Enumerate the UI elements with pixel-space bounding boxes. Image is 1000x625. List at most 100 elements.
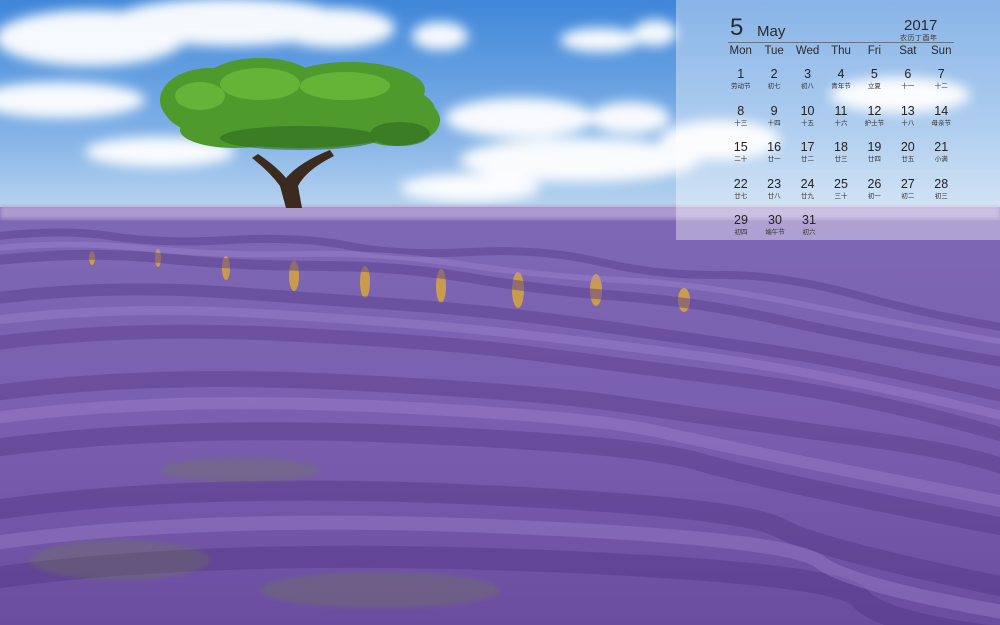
calendar-year: 2017 [904, 17, 938, 34]
lunar-date: 初六 [802, 228, 816, 236]
calendar-day-cell: 15 二十 [724, 140, 757, 177]
calendar-day-cell: 13 十八 [891, 104, 924, 141]
day-number: 14 [934, 103, 949, 118]
weekday-fri: Fri [867, 45, 882, 57]
lunar-date: 初二 [901, 191, 915, 200]
day-number: 30 [768, 213, 782, 227]
weekday-tue: Tue [764, 45, 784, 57]
day-number: 7 [937, 67, 945, 81]
lunar-date: 廿二 [801, 155, 815, 163]
lunar-date: 廿四 [867, 155, 881, 163]
day-number: 10 [800, 103, 815, 118]
day-number: 29 [734, 213, 748, 227]
lunar-date: 十四 [767, 118, 781, 127]
lunar-date: 端午节 [765, 228, 785, 236]
lunar-date: 廿五 [901, 155, 915, 163]
calendar-day-cell: 31 初六 [792, 213, 826, 250]
day-number: 16 [767, 140, 782, 154]
lunar-date: 廿八 [767, 191, 781, 200]
weekday-sat: Sat [899, 45, 917, 57]
day-number: 5 [870, 67, 878, 81]
day-number: 21 [934, 140, 949, 154]
calendar-day-cell: 25 三十 [824, 177, 857, 214]
calendar-day-cell: 21 小满 [925, 140, 958, 177]
calendar-day-cell: 6 十一 [891, 67, 924, 104]
day-number: 8 [737, 103, 745, 118]
lunar-date: 廿一 [767, 155, 781, 163]
lunar-date: 十八 [901, 118, 915, 127]
weekday-wed: Wed [795, 45, 820, 57]
lunar-date: 初三 [934, 191, 948, 200]
calendar-day-cell: 19 廿四 [858, 140, 891, 177]
calendar-day-cell: 16 廿一 [757, 140, 790, 177]
calendar-day-cell: 29 初四 [724, 213, 758, 250]
calendar-day-cell: 26 初一 [858, 177, 891, 214]
day-number: 26 [867, 176, 882, 191]
weekday-sun: Sun [931, 45, 952, 57]
calendar-day-cell: 5 立夏 [858, 67, 891, 104]
lunar-date: 廿七 [734, 191, 748, 200]
day-number: 28 [934, 176, 949, 191]
calendar-day-cell: 12 护士节 [858, 104, 891, 141]
day-number: 4 [837, 67, 845, 81]
day-number: 9 [770, 103, 778, 118]
lunar-date: 十五 [801, 118, 815, 127]
calendar-week: 29 初四 30 端午节 31 初六 [724, 213, 958, 250]
day-number: 19 [867, 140, 882, 154]
day-number: 25 [834, 176, 848, 191]
calendar-weekday-header: Mon Tue Wed Thu Fri Sat Sun [724, 45, 958, 57]
calendar-day-cell: 20 廿五 [891, 140, 924, 177]
lunar-date: 十六 [834, 118, 848, 127]
day-number: 27 [900, 176, 915, 191]
lunar-date: 初八 [801, 82, 815, 90]
calendar-day-cell: 7 十二 [925, 67, 958, 104]
lunar-date: 廿九 [801, 191, 815, 200]
day-number: 20 [900, 140, 915, 154]
calendar-week: 8 十三 9 十四 10 十五 11 十六 12 护士节 13 十八 14 母亲节 [724, 104, 958, 141]
day-number: 11 [834, 103, 848, 118]
lunar-date: 青年节 [831, 82, 851, 90]
lunar-date: 十一 [901, 82, 915, 90]
calendar-day-cell: 18 廿三 [824, 140, 857, 177]
calendar-day-cell: 24 廿九 [791, 177, 824, 214]
calendar-day-cell: 30 端午节 [758, 213, 792, 250]
day-number: 1 [737, 67, 745, 81]
calendar-day-cell: 11 十六 [824, 104, 857, 141]
day-number: 12 [867, 103, 882, 118]
day-number: 3 [804, 67, 812, 81]
calendar-day-cell: 1 劳动节 [724, 67, 757, 104]
calendar-week: 15 二十 16 廿一 17 廿二 18 廿三 19 廿四 20 廿五 21 小满 [724, 140, 958, 177]
day-number: 22 [733, 176, 748, 191]
day-number: 15 [733, 140, 748, 154]
lunar-date: 初七 [767, 82, 781, 90]
calendar-day-cell: 8 十三 [724, 104, 757, 141]
weekday-thu: Thu [831, 45, 851, 57]
day-number: 13 [900, 103, 915, 118]
calendar-month-name: May [757, 23, 786, 40]
calendar-day-grid: 1 劳动节 2 初七 3 初八 4 青年节 5 立夏 6 十一 7 十二 8 十三 9 十四 10… [724, 67, 958, 250]
day-number: 17 [800, 140, 815, 154]
day-number: 23 [767, 176, 782, 191]
day-number: 31 [802, 213, 816, 227]
calendar-month-number: 5 [730, 14, 744, 41]
calendar-day-cell: 27 初二 [891, 177, 924, 214]
calendar-day-cell: 9 十四 [757, 104, 790, 141]
lunar-date: 廿三 [834, 155, 848, 163]
calendar-divider [728, 42, 954, 43]
calendar-day-cell: 4 青年节 [824, 67, 857, 104]
lunar-date: 十二 [934, 82, 948, 90]
calendar-day-cell: 28 初三 [925, 177, 958, 214]
lunar-date: 护士节 [864, 118, 885, 127]
lunar-date: 小满 [934, 155, 948, 163]
day-number: 24 [800, 176, 815, 191]
calendar-day-cell: 3 初八 [791, 67, 824, 104]
calendar-day-cell: 23 廿八 [757, 177, 790, 214]
lunar-date: 立夏 [867, 82, 881, 90]
calendar-day-cell: 14 母亲节 [925, 104, 958, 141]
calendar-day-cell: 10 十五 [791, 104, 824, 141]
lunar-date: 十三 [734, 118, 748, 127]
day-number: 6 [904, 67, 912, 81]
calendar-day-cell: 17 廿二 [791, 140, 824, 177]
lunar-date: 初四 [734, 228, 748, 236]
calendar-week: 22 廿七 23 廿八 24 廿九 25 三十 26 初一 27 初二 28 初三 [724, 177, 958, 214]
